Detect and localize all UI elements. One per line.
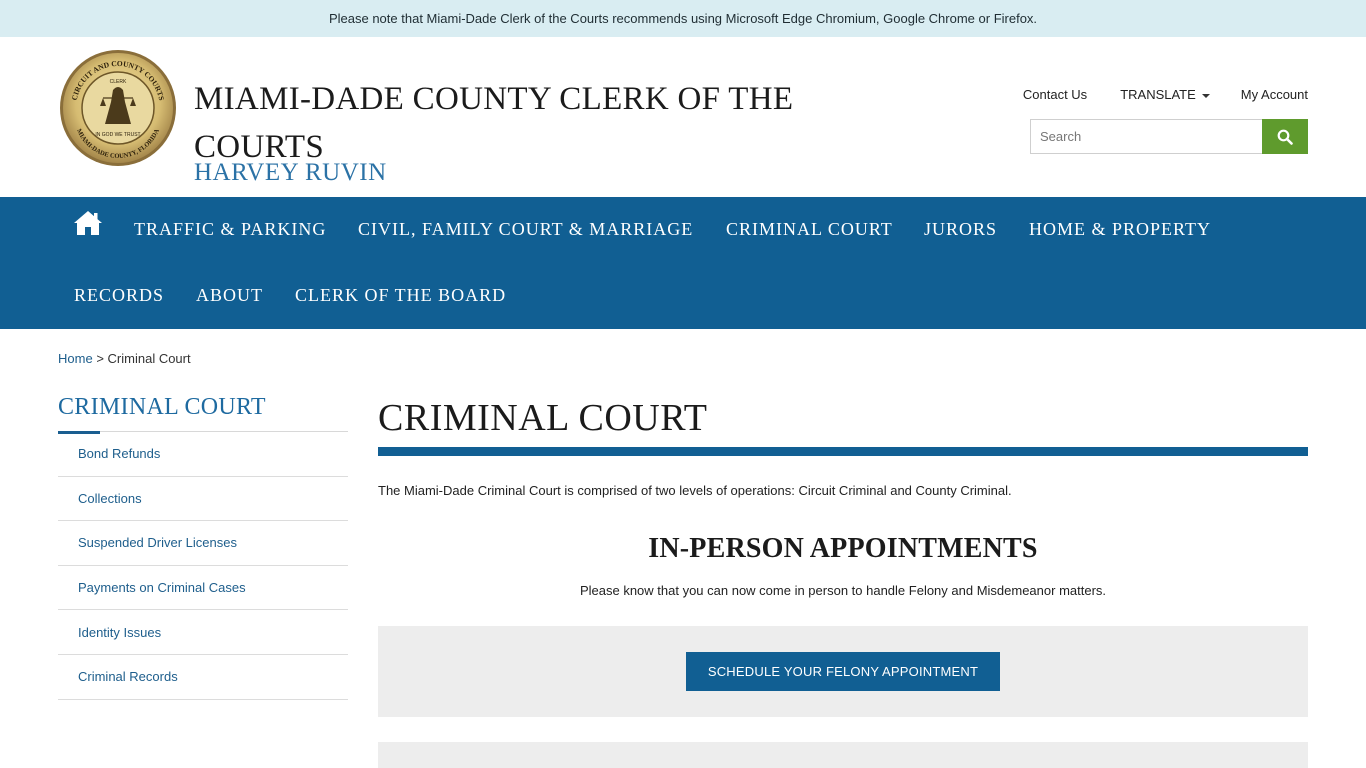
translate-label: TRANSLATE — [1120, 87, 1196, 102]
nav-traffic-parking[interactable]: TRAFFIC & PARKING — [134, 219, 326, 240]
breadcrumb: Home > Criminal Court — [58, 351, 191, 366]
browser-notice-bar: Please note that Miami-Dade Clerk of the… — [0, 0, 1366, 37]
breadcrumb-current: Criminal Court — [107, 351, 191, 366]
misdemeanor-appointment-panel — [378, 742, 1308, 768]
sidebar-title: CRIMINAL COURT — [58, 394, 266, 420]
court-seal-logo[interactable]: CIRCUIT AND COUNTY COURTS MIAMI-DADE COU… — [58, 48, 178, 168]
site-header: CIRCUIT AND COUNTY COURTS MIAMI-DADE COU… — [0, 37, 1366, 197]
nav-jurors[interactable]: JURORS — [924, 219, 997, 240]
nav-clerk-of-the-board[interactable]: CLERK OF THE BOARD — [295, 285, 506, 306]
sidebar-item-identity-issues[interactable]: Identity Issues — [58, 610, 348, 655]
contact-us-link[interactable]: Contact Us — [1023, 87, 1087, 102]
sidebar-item-suspended-driver-licenses[interactable]: Suspended Driver Licenses — [58, 521, 348, 566]
home-icon[interactable] — [73, 209, 103, 237]
sidebar-item-bond-refunds[interactable]: Bond Refunds — [58, 432, 348, 477]
main-navigation: TRAFFIC & PARKING CIVIL, FAMILY COURT & … — [0, 197, 1366, 329]
page-title-rule — [378, 447, 1308, 456]
caret-down-icon — [1201, 93, 1210, 98]
nav-criminal-court[interactable]: CRIMINAL COURT — [726, 219, 893, 240]
search-button[interactable] — [1262, 119, 1308, 154]
sidebar-menu: Bond Refunds Collections Suspended Drive… — [58, 432, 348, 700]
translate-dropdown[interactable]: TRANSLATE — [1120, 87, 1210, 102]
breadcrumb-home-link[interactable]: Home — [58, 351, 93, 366]
intro-text: The Miami-Dade Criminal Court is compris… — [378, 483, 1012, 498]
utility-links: Contact Us TRANSLATE My Account — [1023, 87, 1308, 102]
felony-appointment-panel: SCHEDULE YOUR FELONY APPOINTMENT — [378, 626, 1308, 717]
sidebar-item-collections[interactable]: Collections — [58, 477, 348, 522]
nav-records[interactable]: RECORDS — [74, 285, 164, 306]
sidebar-item-payments-criminal-cases[interactable]: Payments on Criminal Cases — [58, 566, 348, 611]
seal-motto-text: IN GOD WE TRUST — [95, 132, 140, 138]
search-icon — [1277, 129, 1293, 145]
nav-home-property[interactable]: HOME & PROPERTY — [1029, 219, 1211, 240]
appointments-heading: IN-PERSON APPOINTMENTS — [648, 533, 1038, 564]
site-title[interactable]: MIAMI-DADE COUNTY CLERK OF THE COURTS — [194, 75, 834, 171]
sidebar-item-criminal-records[interactable]: Criminal Records — [58, 655, 348, 700]
nav-civil-family-marriage[interactable]: CIVIL, FAMILY COURT & MARRIAGE — [358, 219, 693, 240]
nav-about[interactable]: ABOUT — [196, 285, 263, 306]
breadcrumb-separator: > — [96, 351, 104, 366]
site-subtitle: HARVEY RUVIN — [194, 159, 387, 186]
seal-center-text: CLERK — [110, 79, 127, 85]
search-form — [1030, 119, 1308, 154]
my-account-link[interactable]: My Account — [1241, 87, 1308, 102]
search-input[interactable] — [1030, 119, 1262, 154]
browser-notice-text: Please note that Miami-Dade Clerk of the… — [328, 11, 1038, 26]
page-title: CRIMINAL COURT — [378, 397, 708, 439]
schedule-felony-appointment-button[interactable]: SCHEDULE YOUR FELONY APPOINTMENT — [686, 652, 1000, 691]
appointments-text: Please know that you can now come in per… — [579, 583, 1107, 598]
